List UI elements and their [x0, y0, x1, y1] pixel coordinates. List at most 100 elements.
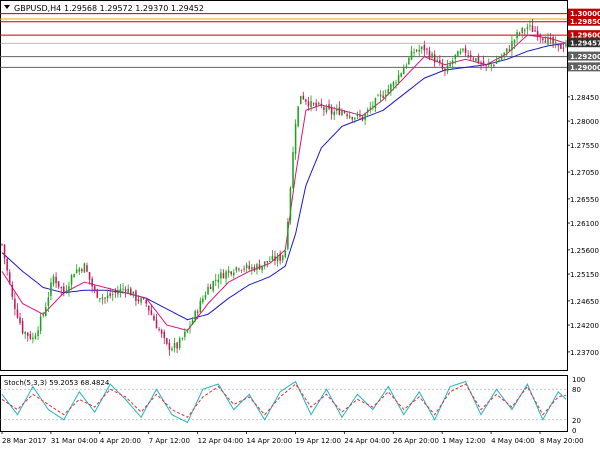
candle-body: [16, 309, 19, 318]
candle-body: [148, 305, 150, 311]
candle-body: [346, 114, 348, 117]
candle-body: [96, 289, 99, 298]
candle-body: [256, 264, 258, 270]
candle-body: [269, 261, 271, 263]
candle-body: [508, 49, 511, 51]
candle-body: [428, 50, 431, 59]
candle-body: [379, 94, 382, 97]
candle-body: [433, 54, 436, 63]
candle-body: [150, 310, 153, 315]
candle-body: [562, 47, 565, 49]
candle-body: [354, 117, 356, 120]
y-tick-label: 1.27550: [570, 142, 599, 150]
candle-body: [132, 291, 135, 296]
candle-body: [253, 267, 256, 271]
candle-body: [207, 286, 209, 295]
candle-body: [122, 288, 124, 290]
candle-body: [158, 329, 160, 331]
candle-body: [534, 30, 536, 32]
candle-body: [518, 33, 521, 34]
candle-body: [196, 311, 199, 313]
candle-body: [310, 101, 312, 108]
candle-body: [160, 330, 163, 334]
candle-body: [516, 31, 518, 39]
candle-body: [39, 316, 42, 332]
candle-body: [374, 98, 377, 108]
candle-body: [238, 268, 240, 270]
candle-body: [364, 113, 366, 120]
x-axis-labels: 28 Mar 2017 31 Mar 04:00 4 Apr 20:00 7 Apr …: [1, 431, 584, 445]
x-tick-label: 7 Apr 12:00: [149, 437, 190, 445]
candle-body: [454, 54, 457, 59]
x-tick-label: 28 Mar 2017: [2, 437, 46, 445]
candle-body: [235, 267, 238, 271]
candle-body: [287, 221, 289, 249]
candle-body: [217, 279, 220, 283]
candle-body: [274, 256, 276, 261]
candle-body: [129, 288, 132, 296]
candle-body: [369, 107, 372, 109]
candle-body: [135, 290, 137, 301]
candle-body: [493, 65, 495, 66]
stoch-level-label: 0: [572, 427, 576, 435]
x-tick-label: 4 May 04:00: [491, 437, 535, 445]
candle-body: [176, 342, 178, 349]
candle-body: [317, 102, 320, 105]
candle-body: [415, 50, 418, 52]
candle-body: [531, 25, 534, 33]
candle-body: [341, 110, 343, 116]
candle-body: [178, 338, 181, 348]
candle-body: [45, 306, 47, 316]
candle-body: [500, 56, 503, 60]
current-price-label: 1.29457: [570, 40, 600, 48]
candle-body: [168, 342, 171, 350]
candle-body: [189, 326, 191, 328]
candle-body: [305, 99, 307, 102]
candle-body: [361, 116, 364, 121]
candle-body: [387, 89, 390, 95]
candle-body: [451, 60, 454, 65]
stoch-level-label: 80: [572, 386, 581, 394]
candle-body: [19, 317, 21, 324]
candle-body: [539, 34, 542, 38]
candle-body: [408, 57, 410, 65]
x-tick-label: 8 May 20:00: [540, 437, 584, 445]
candle-body: [78, 268, 81, 272]
candle-body: [14, 298, 16, 310]
candle-body: [142, 297, 145, 299]
candle-body: [441, 64, 444, 69]
candle-body: [99, 298, 101, 300]
candle-body: [194, 310, 196, 321]
candle-body: [11, 284, 14, 297]
y-tick-label: 1.28450: [570, 94, 599, 102]
candle-body: [24, 332, 26, 334]
candle-body: [245, 264, 248, 269]
candle-body: [356, 114, 359, 116]
candle-body: [294, 124, 297, 155]
candle-body: [52, 276, 55, 285]
candle-body: [3, 244, 6, 259]
y-tick-label: 1.24200: [570, 322, 599, 330]
level-price-label: 1.29850: [570, 18, 600, 26]
candle-body: [70, 275, 73, 285]
candle-body: [330, 107, 333, 115]
candle-body: [47, 297, 50, 306]
candle-body: [544, 40, 547, 43]
candle-body: [214, 279, 217, 281]
candle-body: [323, 107, 325, 110]
candle-body: [140, 298, 142, 303]
chart-window[interactable]: 1.29000 1.28450 1.28000 1.27550 1.27050 1.265…: [0, 0, 600, 450]
candle-body: [83, 263, 86, 273]
candle-body: [498, 60, 500, 62]
chart-svg[interactable]: 1.29000 1.28450 1.28000 1.27550 1.27050 1.265…: [0, 0, 600, 450]
ohlc-readout: 1.29568 1.29572 1.29370 1.29452: [64, 4, 204, 13]
candle-body: [281, 255, 284, 261]
candle-body: [348, 115, 351, 118]
candle-body: [86, 265, 88, 272]
candle-body: [410, 51, 413, 60]
candle-body: [469, 54, 472, 58]
x-tick-label: 31 Mar 04:00: [51, 437, 98, 445]
x-tick-label: 14 Apr 20:00: [247, 437, 293, 445]
candle-body: [439, 60, 441, 63]
candle-body: [42, 314, 44, 316]
